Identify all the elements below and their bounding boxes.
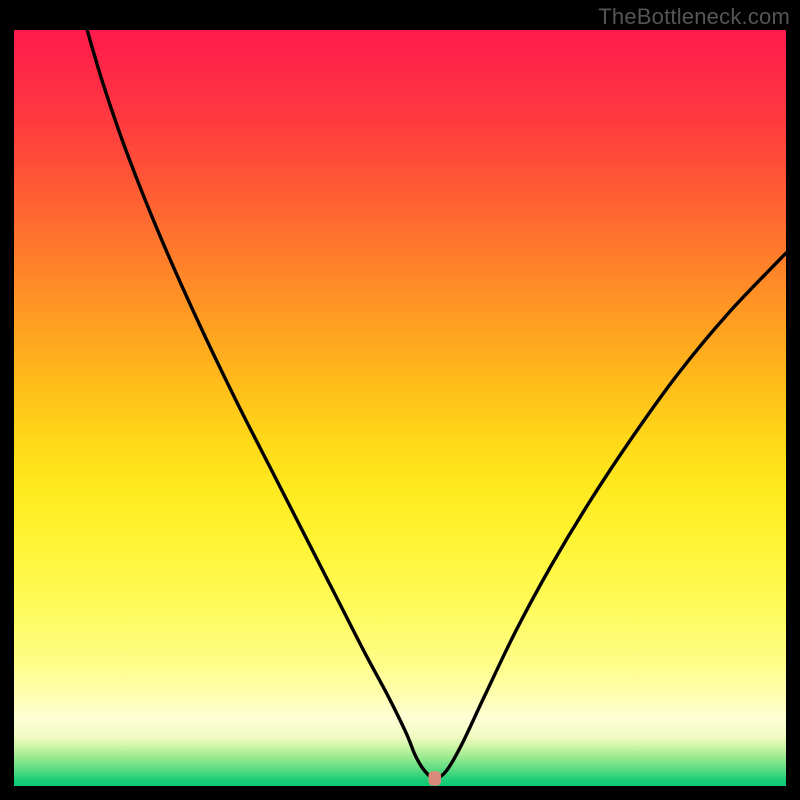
plot-area	[14, 30, 786, 786]
chart-svg	[14, 30, 786, 786]
optimal-point-marker	[429, 771, 441, 785]
chart-frame: TheBottleneck.com	[0, 0, 800, 800]
bottleneck-curve	[87, 31, 786, 779]
watermark-label: TheBottleneck.com	[598, 4, 790, 30]
